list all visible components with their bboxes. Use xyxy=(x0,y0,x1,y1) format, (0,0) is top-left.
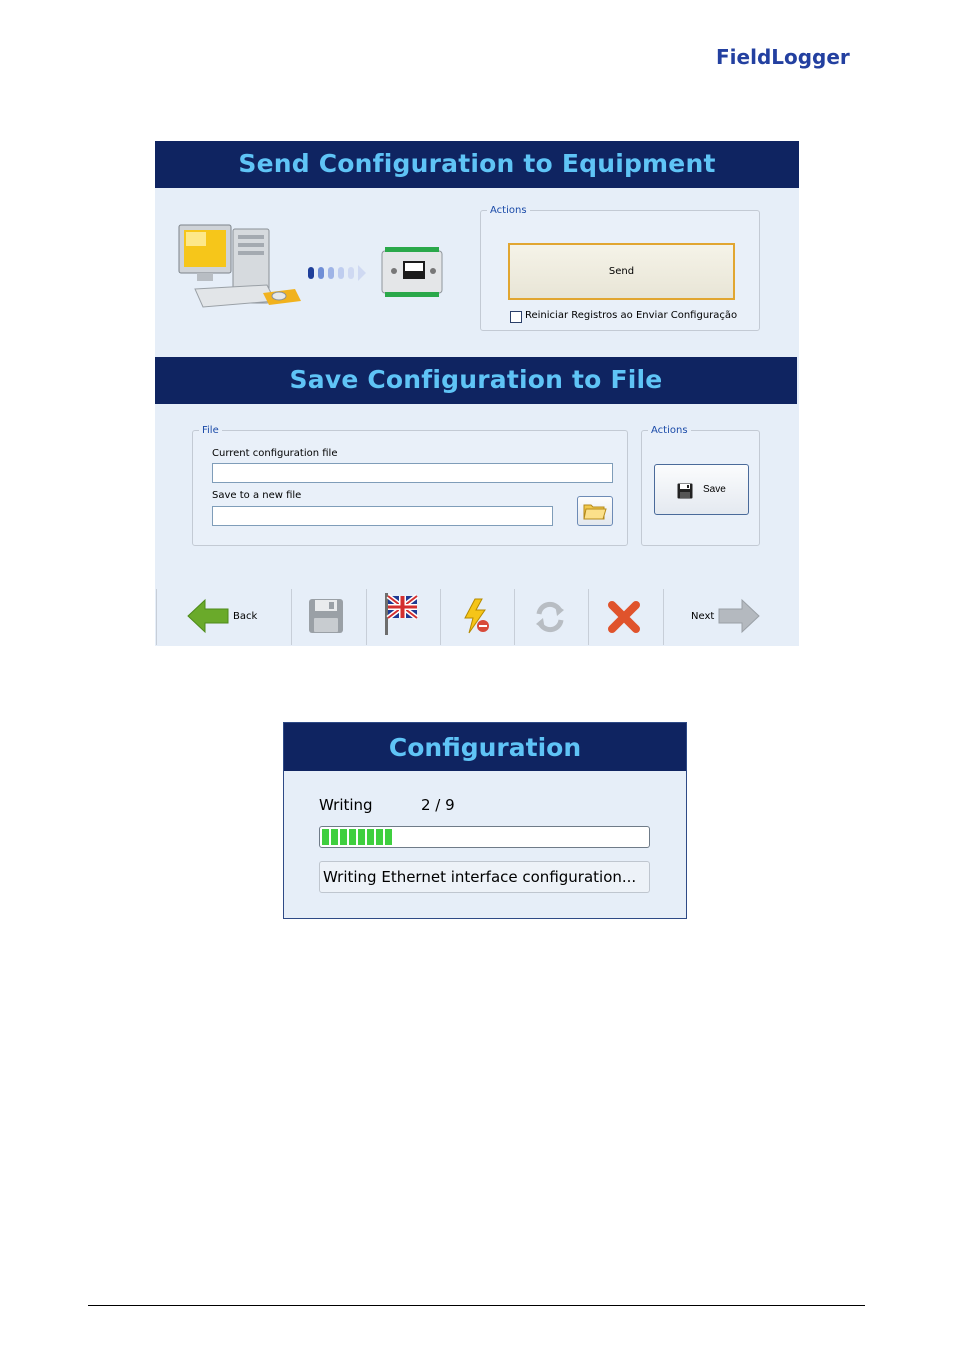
progress-label: Writing xyxy=(319,796,373,814)
new-file-label: Save to a new file xyxy=(212,490,302,501)
save-section-title: Save Configuration to File xyxy=(155,357,797,404)
config-window: Send Configuration to Equipment Actions … xyxy=(155,141,799,646)
transfer-arrow-icon xyxy=(308,265,366,281)
progress-bar-fill xyxy=(322,829,394,845)
save-actions-legend: Actions xyxy=(651,425,688,436)
bottom-toolbar: Back Next xyxy=(155,587,799,646)
save-button[interactable]: Save xyxy=(654,464,749,515)
progress-dialog: Configuration Writing 2 / 9 Writing Ethe… xyxy=(283,722,687,919)
floppy-disk-icon xyxy=(677,483,693,499)
fieldlogger-device-icon xyxy=(381,247,443,297)
page-footer-line xyxy=(88,1305,865,1306)
current-file-label: Current configuration file xyxy=(212,448,338,459)
folder-icon xyxy=(583,504,607,520)
browse-folder-button[interactable] xyxy=(577,496,613,526)
back-label: Back xyxy=(233,611,258,622)
language-button[interactable] xyxy=(367,587,440,646)
current-file-field[interactable] xyxy=(212,463,613,483)
progress-status: Writing Ethernet interface configuration… xyxy=(319,861,650,893)
send-actions-legend: Actions xyxy=(490,205,527,216)
file-group: File xyxy=(192,425,628,546)
progress-bar xyxy=(319,826,650,848)
connect-button[interactable] xyxy=(441,587,514,646)
reset-records-checkbox[interactable] xyxy=(510,311,522,323)
lightning-icon xyxy=(464,598,489,634)
send-section-title: Send Configuration to Equipment xyxy=(155,141,799,188)
fieldlogger-logo: FieldLogger xyxy=(716,45,850,69)
svg-text:FieldLogger: FieldLogger xyxy=(716,45,850,69)
next-button[interactable]: Next xyxy=(664,587,799,646)
computer-icon xyxy=(178,224,301,308)
arrow-right-icon xyxy=(718,598,760,634)
back-button[interactable]: Back xyxy=(157,587,291,646)
floppy-disk-icon xyxy=(309,599,343,633)
file-legend: File xyxy=(202,425,219,436)
cancel-button[interactable] xyxy=(589,587,663,646)
close-icon xyxy=(608,601,640,633)
progress-counter: 2 / 9 xyxy=(421,796,455,814)
arrow-left-icon xyxy=(187,598,229,634)
uk-flag-icon xyxy=(385,593,419,635)
refresh-icon xyxy=(536,601,564,633)
next-label: Next xyxy=(691,611,715,622)
save-toolbar-button[interactable] xyxy=(292,587,366,646)
new-file-field[interactable] xyxy=(212,506,553,526)
computer-to-device-illustration xyxy=(178,224,443,308)
reset-records-label: Reiniciar Registros ao Enviar Configuraç… xyxy=(525,310,738,321)
progress-dialog-title: Configuration xyxy=(284,723,686,771)
save-button-label: Save xyxy=(703,484,726,495)
send-button[interactable]: Send xyxy=(508,243,735,300)
refresh-button[interactable] xyxy=(515,587,588,646)
